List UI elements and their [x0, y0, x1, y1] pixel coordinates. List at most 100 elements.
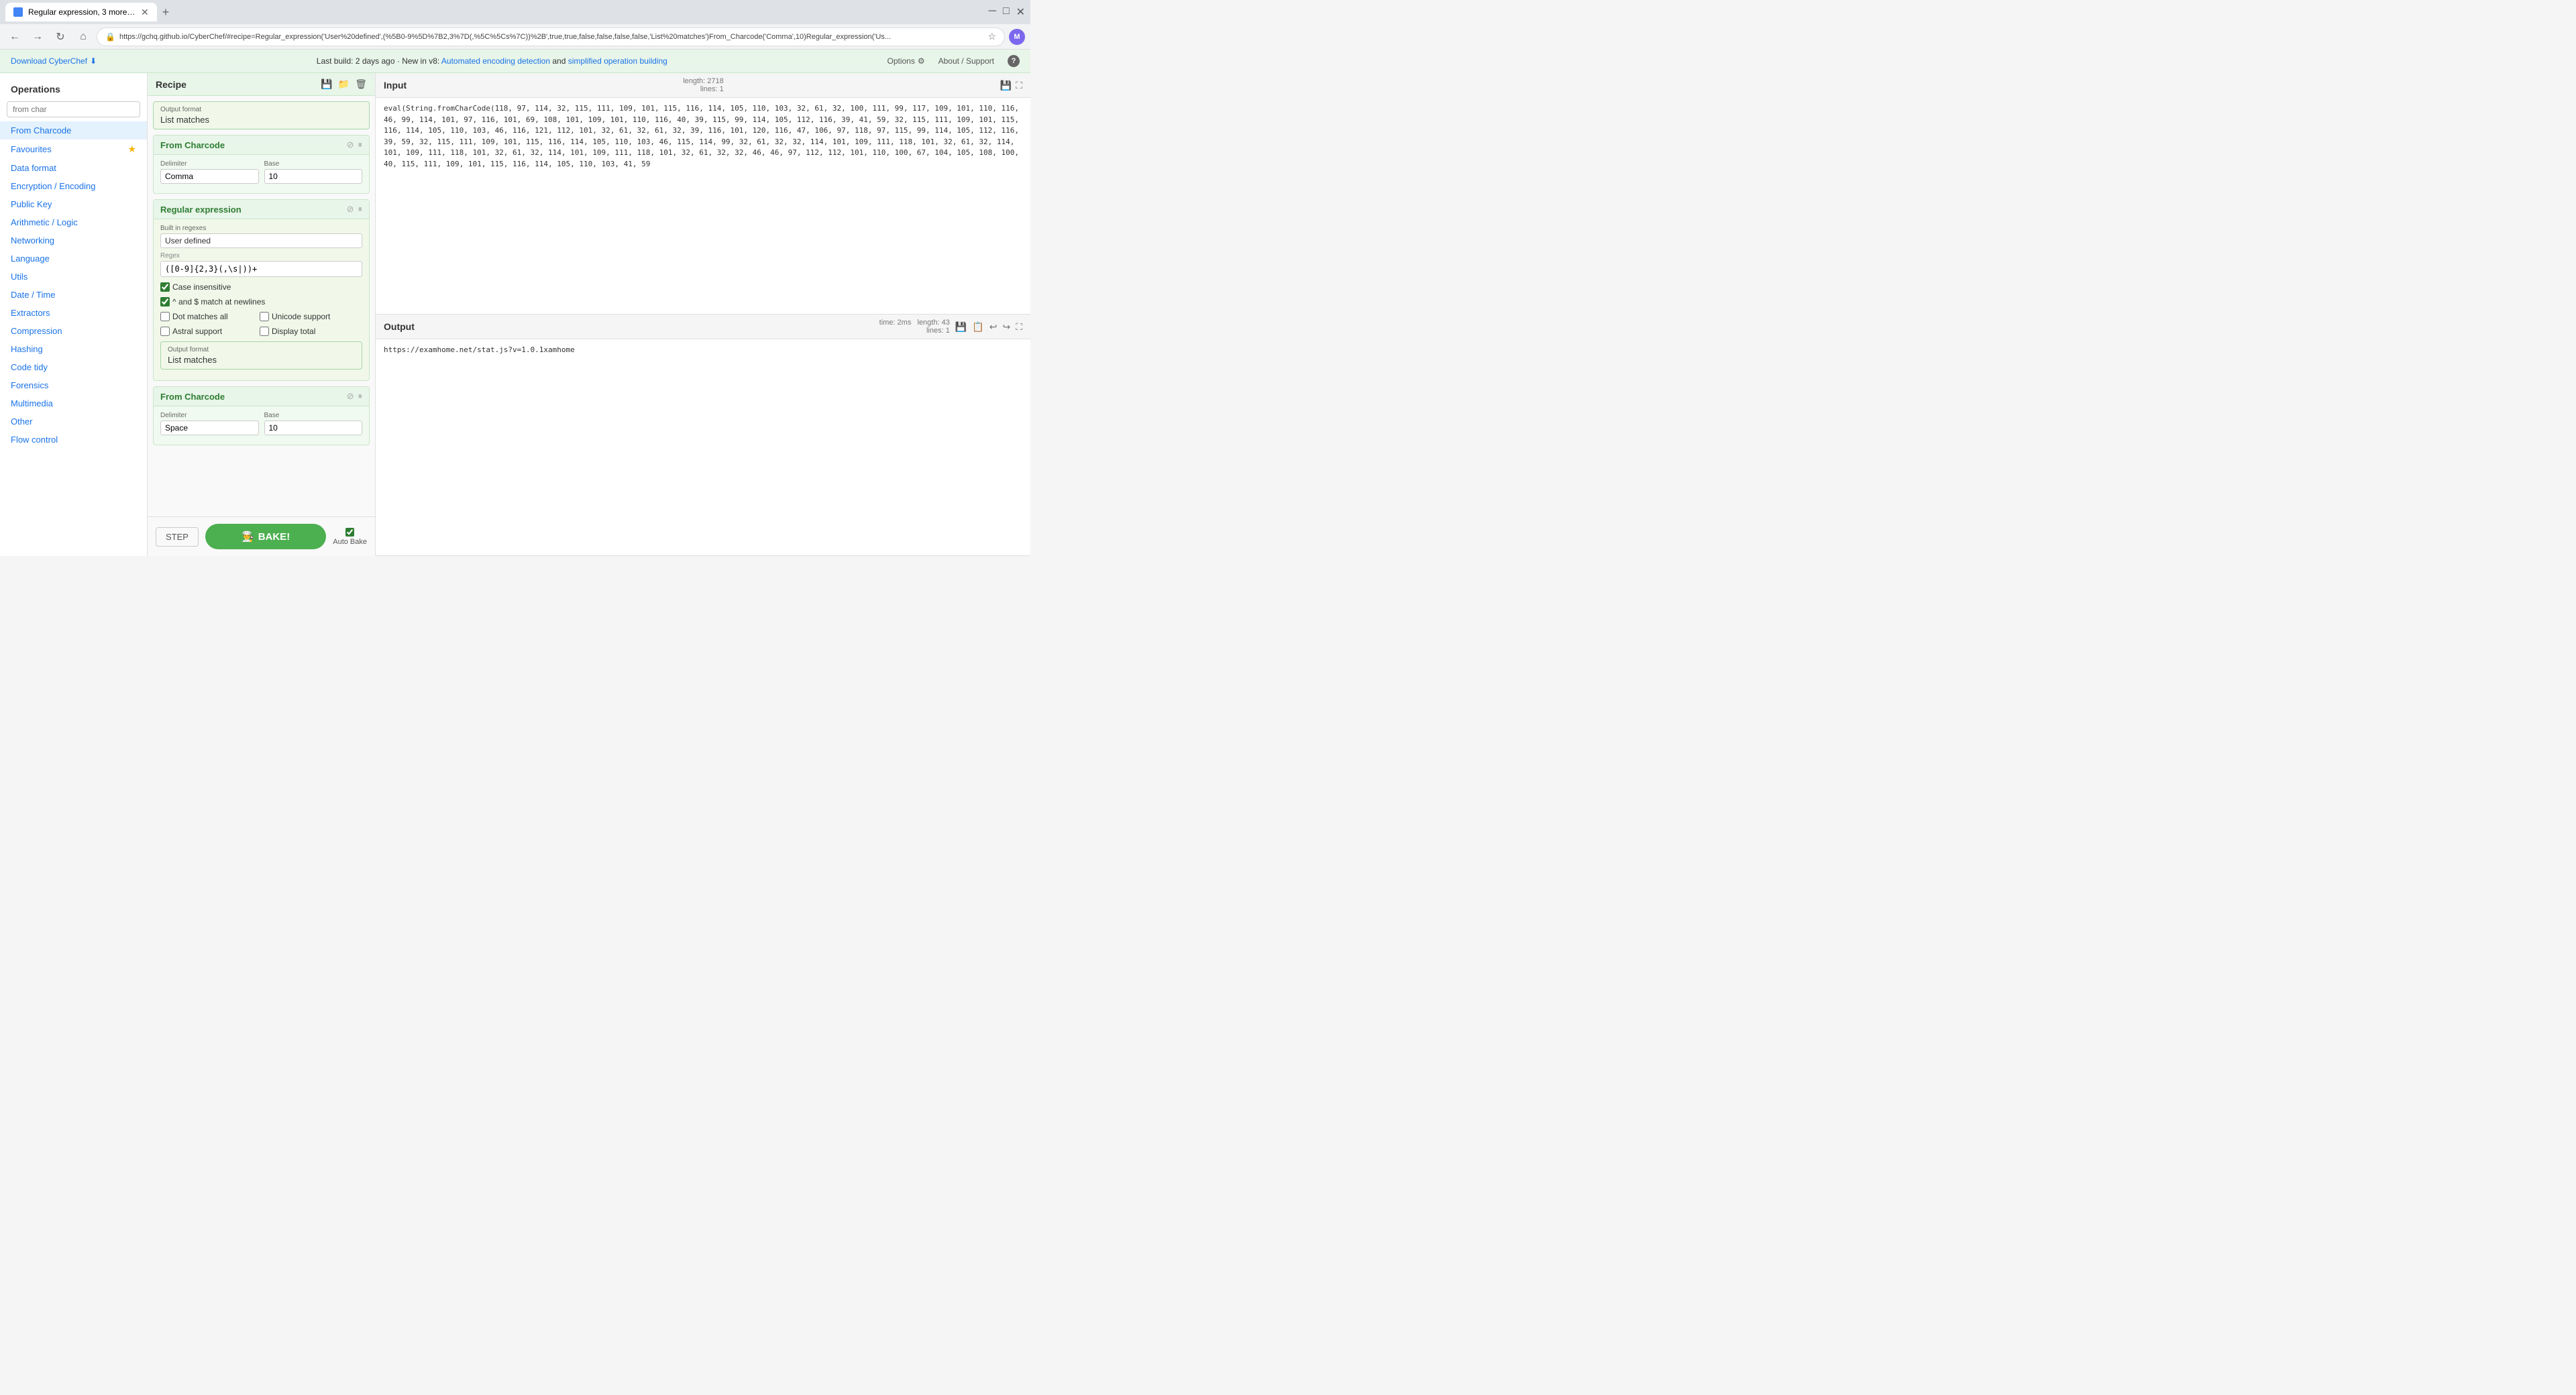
base-input-1[interactable]: [264, 169, 363, 184]
close-button[interactable]: ✕: [1016, 5, 1025, 19]
regex-card-title: Regular expression: [160, 205, 241, 215]
forward-button[interactable]: →: [28, 27, 47, 46]
address-bar[interactable]: 🔒 https://gchq.github.io/CyberChef/#reci…: [97, 27, 1005, 46]
output-redo-icon[interactable]: ↪: [1002, 321, 1010, 333]
sidebar-item-encryption[interactable]: Encryption / Encoding: [0, 177, 147, 195]
help-icon[interactable]: ?: [1008, 55, 1020, 67]
astral-checkbox-label[interactable]: Astral support: [160, 327, 254, 336]
bookmark-star-icon[interactable]: ☆: [987, 31, 996, 42]
regex-pause-icon[interactable]: ⏸: [358, 204, 363, 215]
refresh-button[interactable]: ↻: [51, 27, 70, 46]
sidebar-item-forensics[interactable]: Forensics: [0, 376, 147, 394]
regex-input[interactable]: [160, 261, 362, 277]
output-meta: time: 2ms length: 43 lines: 1: [879, 319, 950, 335]
sidebar-item-flow-control[interactable]: Flow control: [0, 431, 147, 449]
output-content: https://examhome.net/stat.js?v=1.0.1xamh…: [376, 339, 1030, 555]
sidebar-item-other[interactable]: Other: [0, 412, 147, 431]
clear-recipe-icon[interactable]: 🗑: [355, 78, 367, 90]
output-format-top-value[interactable]: List matches: [160, 115, 362, 125]
sidebar-item-multimedia[interactable]: Multimedia: [0, 394, 147, 412]
sidebar-item-arithmetic-logic[interactable]: Arithmetic / Logic: [0, 213, 147, 231]
astral-checkbox[interactable]: [160, 327, 170, 336]
download-link[interactable]: Download CyberChef ⬇: [11, 56, 97, 66]
sidebar-item-networking[interactable]: Networking: [0, 231, 147, 249]
options-button[interactable]: Options ⚙: [887, 56, 924, 66]
about-support-link[interactable]: About / Support: [938, 56, 994, 66]
case-insensitive-checkbox[interactable]: [160, 282, 170, 292]
output-panel-header: Output time: 2ms length: 43 lines: 1 💾 📋…: [376, 315, 1030, 339]
unicode-checkbox[interactable]: [260, 312, 269, 321]
tab-close-button[interactable]: ✕: [141, 7, 149, 18]
dot-all-checkbox-label[interactable]: Dot matches all: [160, 312, 254, 321]
output-save-icon[interactable]: 💾: [955, 321, 967, 333]
input-lines-value: 1: [720, 85, 724, 93]
sidebar-item-label: Other: [11, 416, 33, 427]
delimiter-input-1[interactable]: [160, 169, 259, 184]
input-save-icon[interactable]: 💾: [1000, 80, 1012, 91]
step-button[interactable]: STEP: [156, 527, 199, 547]
user-avatar[interactable]: M: [1009, 29, 1025, 45]
encoding-detection-link[interactable]: Automated encoding detection: [441, 56, 550, 66]
from-charcode-1-pause-icon[interactable]: ⏸: [358, 140, 363, 150]
sidebar-item-compression[interactable]: Compression: [0, 322, 147, 340]
tab-favicon: [13, 7, 23, 17]
minimize-button[interactable]: ─: [989, 5, 996, 19]
caret-dollar-checkbox-label[interactable]: ^ and $ match at newlines: [160, 297, 265, 306]
sidebar-item-utils[interactable]: Utils: [0, 268, 147, 286]
case-insensitive-checkbox-label[interactable]: Case insensitive: [160, 282, 254, 292]
search-input[interactable]: [7, 101, 140, 117]
save-recipe-icon[interactable]: 💾: [321, 78, 332, 90]
base-label-1: Base: [264, 160, 363, 168]
input-panel: Input length: 2718 lines: 1 💾 ⛶ eval(Str…: [376, 73, 1030, 315]
maximize-button[interactable]: □: [1003, 5, 1010, 19]
caret-dollar-checkbox[interactable]: [160, 297, 170, 306]
sidebar-item-extractors[interactable]: Extractors: [0, 304, 147, 322]
from-charcode-2-disable-icon[interactable]: ⊘: [347, 391, 354, 402]
regex-disable-icon[interactable]: ⊘: [347, 204, 354, 215]
sidebar-item-label: Hashing: [11, 344, 43, 354]
input-meta: length: 2718 lines: 1: [683, 77, 724, 93]
bake-label: BAKE!: [258, 531, 290, 543]
output-undo-icon[interactable]: ↩: [989, 321, 998, 333]
sidebar-item-label: Public Key: [11, 199, 52, 209]
sidebar-item-date-time[interactable]: Date / Time: [0, 286, 147, 304]
output-copy-icon[interactable]: 📋: [972, 321, 983, 333]
sidebar-item-public-key[interactable]: Public Key: [0, 195, 147, 213]
input-content[interactable]: eval(String.fromCharCode(118, 97, 114, 3…: [376, 98, 1030, 314]
display-total-checkbox-label[interactable]: Display total: [260, 327, 354, 336]
load-recipe-icon[interactable]: 📁: [338, 78, 350, 90]
output-format-regex-value[interactable]: List matches: [168, 355, 355, 365]
sidebar-item-code-tidy[interactable]: Code tidy: [0, 358, 147, 376]
sidebar-item-favourites[interactable]: Favourites ★: [0, 140, 147, 159]
unicode-checkbox-label[interactable]: Unicode support: [260, 312, 354, 321]
browser-tab[interactable]: Regular expression, 3 more - Cy... ✕: [5, 3, 157, 21]
tab-title: Regular expression, 3 more - Cy...: [28, 7, 136, 17]
base-input-2[interactable]: [264, 421, 363, 435]
from-charcode-card-1-body: Delimiter Base: [154, 155, 369, 193]
new-tab-button[interactable]: +: [162, 5, 170, 19]
from-charcode-1-disable-icon[interactable]: ⊘: [347, 140, 354, 150]
back-button[interactable]: ←: [5, 27, 24, 46]
built-in-regexes-value[interactable]: User defined: [160, 233, 362, 248]
sidebar-item-label: Extractors: [11, 308, 50, 318]
dot-all-checkbox[interactable]: [160, 312, 170, 321]
home-button[interactable]: ⌂: [74, 27, 93, 46]
output-expand-icon[interactable]: ⛶: [1016, 321, 1022, 333]
operation-building-link[interactable]: simplified operation building: [568, 56, 667, 66]
bake-button[interactable]: 👨‍🍳 BAKE!: [205, 524, 326, 549]
output-panel-title: Output: [384, 321, 415, 332]
url-text: https://gchq.github.io/CyberChef/#recipe…: [119, 33, 983, 41]
sidebar-item-label: Compression: [11, 326, 62, 336]
sidebar-item-language[interactable]: Language: [0, 249, 147, 268]
auto-bake-checkbox[interactable]: [345, 528, 354, 537]
from-charcode-2-pause-icon[interactable]: ⏸: [358, 391, 363, 402]
built-in-regexes-label: Built in regexes: [160, 225, 362, 232]
input-maximize-icon[interactable]: ⛶: [1016, 80, 1022, 91]
sidebar-item-label: Flow control: [11, 435, 58, 445]
display-total-checkbox[interactable]: [260, 327, 269, 336]
recipe-title: Recipe: [156, 79, 186, 90]
delimiter-input-2[interactable]: [160, 421, 259, 435]
sidebar-item-data-format[interactable]: Data format: [0, 159, 147, 177]
sidebar-item-hashing[interactable]: Hashing: [0, 340, 147, 358]
sidebar-item-from-charcode[interactable]: From Charcode: [0, 121, 147, 140]
